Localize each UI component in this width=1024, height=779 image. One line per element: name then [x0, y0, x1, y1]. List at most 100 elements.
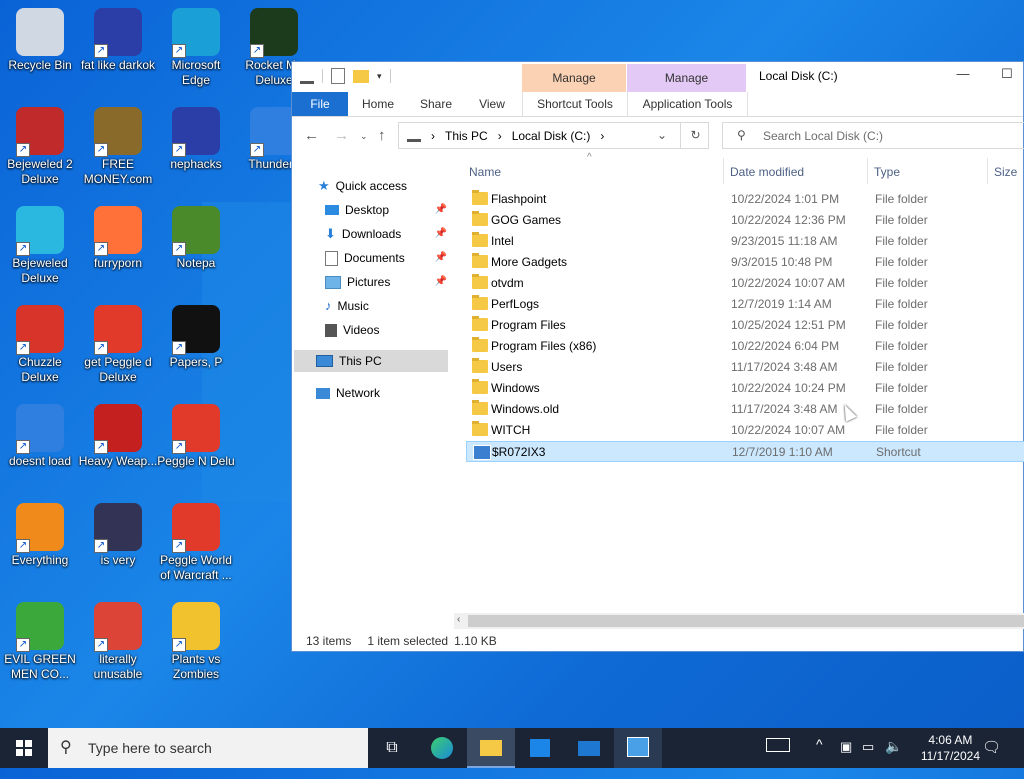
breadcrumb-separator-icon[interactable]: › — [431, 129, 435, 143]
forward-arrow-icon[interactable]: → — [334, 127, 349, 144]
desktop-icon[interactable]: ↗ literally unusable — [78, 596, 158, 692]
store-taskbar-icon[interactable] — [516, 728, 564, 768]
file-explorer-taskbar-icon[interactable] — [467, 728, 515, 768]
file-row[interactable]: More Gadgets 9/3/2015 10:48 PM File folder — [466, 252, 1024, 273]
file-row[interactable]: Windows 10/22/2024 10:24 PM File folder — [466, 378, 1024, 399]
file-row[interactable]: Intel 9/23/2015 11:18 AM File folder — [466, 231, 1024, 252]
desktop-icon[interactable]: ↗ EVIL GREEN MEN CO... — [0, 596, 80, 692]
search-input[interactable]: Search Local Disk (C:) — [763, 129, 883, 143]
nav-item-videos[interactable]: Videos — [325, 319, 379, 341]
manage-shortcut-tools-tab[interactable]: Manage — [522, 64, 626, 92]
pin-icon[interactable]: 📌 — [435, 199, 447, 221]
breadcrumb-this-pc[interactable]: This PC — [445, 129, 488, 143]
tab-file[interactable]: File — [292, 92, 348, 116]
taskbar-search-box[interactable]: ⚲ Type here to search — [48, 728, 368, 768]
desktop-icon[interactable]: ↗ Papers, P — [156, 299, 236, 395]
clock[interactable]: 4:06 AM 11/17/2024 — [921, 732, 980, 764]
desktop-icon[interactable]: ↗ Bejeweled Deluxe — [0, 200, 80, 296]
nav-quick-access[interactable]: ★ Quick access — [318, 175, 407, 197]
breadcrumb-separator-icon[interactable]: › — [498, 129, 502, 143]
desktop-icon[interactable]: ↗ Peggle N Delu — [156, 398, 236, 494]
minimize-button[interactable]: — — [948, 66, 978, 81]
tab-view[interactable]: View — [468, 92, 516, 116]
breadcrumb-local-disk[interactable]: Local Disk (C:) — [512, 129, 591, 143]
breadcrumb-separator-icon[interactable]: › — [600, 129, 604, 143]
task-view-icon[interactable]: ⧉ — [368, 728, 416, 768]
network-icon[interactable]: ▭ — [862, 739, 874, 779]
column-header-type[interactable]: Type — [874, 162, 900, 182]
desktop-icon[interactable]: ↗ Everything — [0, 497, 80, 593]
pin-icon[interactable]: 📌 — [435, 271, 447, 293]
file-row[interactable]: Windows.old 11/17/2024 3:48 AM File folder — [466, 399, 1024, 420]
back-arrow-icon[interactable]: ← — [304, 127, 319, 144]
nav-item-documents[interactable]: Documents 📌 — [325, 247, 447, 269]
show-hidden-icons-chevron-icon[interactable]: ^ — [816, 736, 823, 776]
scrollbar-thumb[interactable] — [468, 615, 1024, 627]
file-row[interactable]: Users 11/17/2024 3:48 AM File folder — [466, 357, 1024, 378]
mail-taskbar-icon[interactable] — [565, 728, 613, 768]
desktop-icon[interactable]: ↗ Plants vs Zombies — [156, 596, 236, 692]
desktop-icon[interactable]: ↗ Peggle World of Warcraft ... — [156, 497, 236, 593]
tab-share[interactable]: Share — [412, 92, 460, 116]
file-explorer-window[interactable]: ▾ Manage Manage Local Disk (C:) — ☐ File… — [291, 61, 1024, 652]
file-row[interactable]: otvdm 10/22/2024 10:07 AM File folder — [466, 273, 1024, 294]
notifications-icon[interactable]: 🗨 — [982, 738, 1001, 778]
horizontal-scrollbar[interactable]: ‹ — [454, 613, 1024, 629]
new-folder-icon[interactable] — [353, 69, 369, 83]
column-header-date-modified[interactable]: Date modified — [730, 162, 804, 182]
desktop-icon[interactable]: ↗ fat like darkok — [78, 2, 158, 98]
pin-icon[interactable]: 📌 — [435, 247, 447, 269]
nav-item-pictures[interactable]: Pictures 📌 — [325, 271, 447, 293]
up-arrow-icon[interactable]: ↑ — [378, 127, 386, 144]
file-row[interactable]: WITCH 10/22/2024 10:07 AM File folder — [466, 420, 1024, 441]
file-row[interactable]: Flashpoint 10/22/2024 1:01 PM File folder — [466, 189, 1024, 210]
desktop-icon[interactable]: ↗ Microsoft Edge — [156, 2, 236, 98]
file-row[interactable]: GOG Games 10/22/2024 12:36 PM File folder — [466, 210, 1024, 231]
file-row[interactable]: PerfLogs 12/7/2019 1:14 AM File folder — [466, 294, 1024, 315]
file-row[interactable]: $R072IX3 12/7/2019 1:10 AM Shortcut — [466, 441, 1024, 462]
nav-item-downloads[interactable]: ⬇ Downloads 📌 — [325, 223, 447, 245]
meet-now-icon[interactable]: ▣ — [840, 739, 852, 779]
properties-icon[interactable] — [331, 68, 345, 84]
nav-item-desktop[interactable]: Desktop 📌 — [325, 199, 447, 221]
volume-icon[interactable]: 🔈 — [885, 738, 902, 778]
customize-toolbar-icon[interactable]: ▾ — [377, 71, 382, 82]
manage-application-tools-tab[interactable]: Manage — [627, 64, 746, 92]
tab-home[interactable]: Home — [354, 92, 402, 116]
desktop-icon[interactable]: ↗ furryporn — [78, 200, 158, 296]
search-box[interactable]: ⚲ Search Local Disk (C:) — [722, 122, 1024, 149]
address-dropdown-chevron-icon[interactable]: ⌄ — [657, 128, 667, 142]
maximize-button[interactable]: ☐ — [992, 66, 1022, 82]
nav-item-music[interactable]: ♪ Music — [325, 295, 369, 317]
file-row[interactable]: Program Files 10/25/2024 12:51 PM File fol… — [466, 315, 1024, 336]
refresh-icon[interactable]: ↻ — [680, 122, 710, 149]
desktop-icon[interactable]: ↗ FREE MONEY.com — [78, 101, 158, 197]
desktop-icon[interactable]: ↗ Chuzzle Deluxe — [0, 299, 80, 395]
tab-application-tools[interactable]: Application Tools — [627, 92, 748, 116]
title-bar[interactable]: ▾ Manage Manage Local Disk (C:) — ☐ — [292, 62, 1023, 92]
desktop-icon[interactable]: ↗ Bejeweled 2 Deluxe — [0, 101, 80, 197]
start-button[interactable] — [0, 728, 48, 768]
app-taskbar-icon[interactable] — [614, 728, 662, 768]
address-bar[interactable]: › This PC › Local Disk (C:) › ⌄ — [398, 122, 709, 149]
touch-keyboard-icon[interactable] — [766, 738, 790, 778]
file-row[interactable]: Program Files (x86) 10/22/2024 6:04 PM Fil… — [466, 336, 1024, 357]
desktop-icon[interactable]: ↗ nephacks — [156, 101, 236, 197]
pin-icon[interactable]: 📌 — [435, 223, 447, 245]
desktop-icon[interactable]: ↗ Notepa — [156, 200, 236, 296]
desktop-icon[interactable]: ↗ is very — [78, 497, 158, 593]
desktop-icon[interactable]: ↗ get Peggle d Deluxe — [78, 299, 158, 395]
edge-taskbar-icon[interactable] — [418, 728, 466, 768]
nav-item-network[interactable]: Network — [316, 382, 380, 404]
scroll-left-arrow-icon[interactable]: ‹ — [457, 614, 460, 625]
desktop-icon[interactable]: ↗ Heavy Weap... — [78, 398, 158, 494]
column-divider[interactable] — [987, 158, 988, 184]
recent-locations-chevron-icon[interactable]: ⌄ — [360, 131, 368, 142]
column-header-size[interactable]: Size — [994, 162, 1017, 182]
desktop-icon[interactable]: Recycle Bin — [0, 2, 80, 98]
tab-shortcut-tools[interactable]: Shortcut Tools — [522, 92, 627, 116]
column-divider[interactable] — [867, 158, 868, 184]
nav-item-this-pc[interactable]: This PC — [294, 350, 448, 372]
desktop-icon[interactable]: ↗ doesnt load — [0, 398, 80, 494]
taskbar-search-input[interactable]: Type here to search — [88, 740, 212, 756]
